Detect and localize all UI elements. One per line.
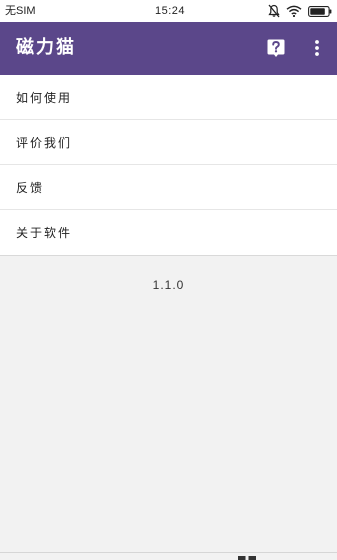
carrier-text: 无SIM [5, 5, 36, 17]
more-vertical-icon [315, 40, 319, 56]
wifi-icon [286, 5, 302, 17]
menu-item-about[interactable]: 关于软件 [0, 210, 337, 255]
grid-icon [238, 556, 256, 560]
menu-list: 如何使用 评价我们 反馈 关于软件 [0, 75, 337, 256]
status-icons [268, 3, 332, 19]
app-title: 磁力猫 [16, 37, 76, 58]
mute-icon [268, 4, 280, 18]
help-button[interactable] [266, 38, 286, 58]
app-bar: 磁力猫 [0, 22, 337, 75]
status-time: 15:24 [155, 5, 186, 17]
battery-icon [308, 5, 332, 17]
app-screen: 无SIM 15:24 磁力猫 如何使用 评价我们 反馈 关于软件 1.1.0 [0, 0, 337, 560]
menu-item-feedback[interactable]: 反馈 [0, 165, 337, 210]
help-icon [267, 39, 285, 57]
bottom-divider [0, 552, 337, 553]
version-text: 1.1.0 [152, 278, 185, 292]
menu-item-rate-us[interactable]: 评价我们 [0, 120, 337, 165]
menu-item-how-to-use[interactable]: 如何使用 [0, 75, 337, 120]
more-options-button[interactable] [309, 38, 325, 58]
status-bar: 无SIM 15:24 [0, 0, 337, 22]
